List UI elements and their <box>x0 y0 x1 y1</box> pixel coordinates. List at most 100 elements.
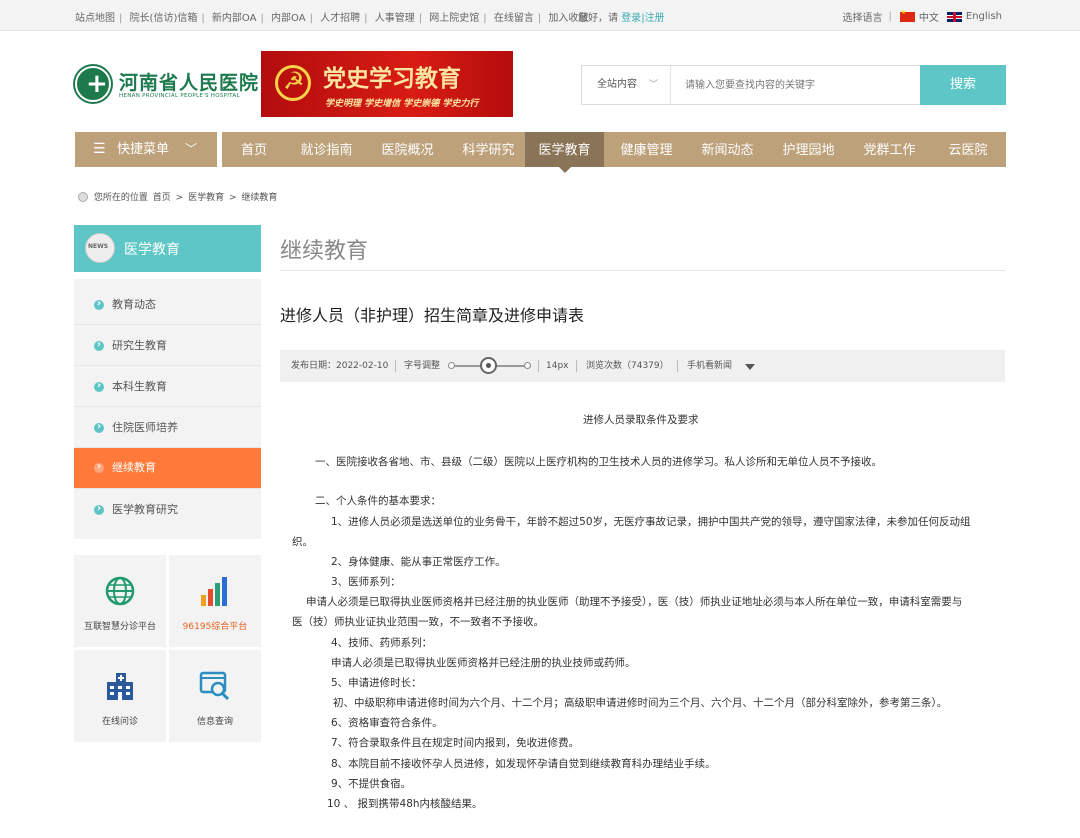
content-paragraph: 一、医院接收各省地、市、县级（二级）医院以上医疗机构的卫生技术人员的进修学习。私… <box>315 456 882 468</box>
link-sitemap[interactable]: 站点地图 <box>75 13 115 24</box>
content-paragraph: 10 、 报到携带48h内核酸结果。 <box>327 798 483 810</box>
content-paragraph: 7、符合录取条件且在规定时间内报到，免收进修费。 <box>331 737 580 749</box>
caret-down-icon[interactable] <box>745 364 755 370</box>
breadcrumb-sep: > <box>175 193 184 203</box>
nav-medical-education[interactable]: 医学教育 <box>525 132 604 173</box>
breadcrumb-home[interactable]: 首页 <box>153 193 171 203</box>
breadcrumb-label: 您所在的位置 <box>93 193 148 203</box>
tile-smart-triage[interactable]: 互联智慧分诊平台 <box>74 555 166 647</box>
content-paragraph: 2、身体健康、能从事正常医疗工作。 <box>331 556 506 568</box>
nav-cloud-hospital[interactable]: 云医院 <box>930 132 1006 167</box>
sidebar-item-label: 本科生教育 <box>112 380 167 393</box>
party-history-banner[interactable]: 党史学习教育 学史明理 学史增信 学史崇德 学史力行 <box>261 51 513 117</box>
greeting-text: 您好，请 <box>578 13 618 24</box>
article-meta-bar: 发布日期：2022-02-10 字号调整 14px 浏览次数（74379） 手机… <box>280 350 1005 382</box>
tile-label: 在线问诊 <box>101 717 138 727</box>
sidebar-item-label: 住院医师培养 <box>112 421 178 434</box>
nav-visit-guide[interactable]: 就诊指南 <box>286 132 367 167</box>
breadcrumb-medical-education[interactable]: 医学教育 <box>188 193 224 203</box>
sidebar-item-education-news[interactable]: 教育动态 <box>74 284 261 325</box>
nav-nursing[interactable]: 护理园地 <box>768 132 849 167</box>
search-scope-value: 全站内容 <box>597 79 637 90</box>
content-paragraph: 4、技师、药师系列： <box>331 637 433 649</box>
breadcrumb-sep: > <box>228 193 237 203</box>
uk-flag-icon[interactable] <box>946 11 962 22</box>
nav-health-management[interactable]: 健康管理 <box>606 132 687 167</box>
content-paragraph: 3、医师系列： <box>331 576 401 588</box>
sidebar-header: 医学教育 <box>74 225 261 272</box>
search-input[interactable] <box>672 66 920 104</box>
sidebar-item-graduate[interactable]: 研究生教育 <box>74 325 261 366</box>
font-size-slider[interactable] <box>448 357 531 374</box>
login-link[interactable]: 登录 <box>621 13 641 24</box>
content-paragraph: 二、个人条件的基本要求： <box>315 495 441 507</box>
quick-menu-label: 快捷菜单 <box>117 142 170 157</box>
link-president-mailbox[interactable]: 院长(信访)信箱 <box>130 13 198 24</box>
sidebar-item-label: 研究生教育 <box>112 339 167 352</box>
nav-party-work[interactable]: 党群工作 <box>849 132 930 167</box>
utility-links: 站点地图 | 院长(信访)信箱 | 新内部OA | 内部OA | 人才招聘 | 人事管理 |… <box>75 13 589 24</box>
newspaper-icon <box>85 233 115 263</box>
tile-online-consult[interactable]: 在线问诊 <box>74 650 166 742</box>
search-button[interactable]: 搜索 <box>920 65 1006 105</box>
list-menu-icon: ☰ <box>93 141 106 157</box>
register-link[interactable]: 注册 <box>645 13 665 24</box>
bullet-arrow-icon <box>94 407 104 447</box>
link-internal-oa[interactable]: 内部OA <box>271 13 306 24</box>
tile-label: 96195综合平台 <box>182 622 248 632</box>
banner-slogan: 学史明理 学史增信 学史崇德 学史力行 <box>325 99 479 109</box>
hospital-logo[interactable]: 河南省人民医院 HENAN PROVINCIAL PEOPLE'S HOSPIT… <box>75 66 258 106</box>
link-recruitment[interactable]: 人才招聘 <box>320 13 360 24</box>
link-history[interactable]: 网上院史馆 <box>429 13 479 24</box>
logo-chinese-name: 河南省人民医院 <box>119 72 260 94</box>
tile-label: 互联智慧分诊平台 <box>83 622 156 632</box>
lang-chinese[interactable]: 中文 <box>919 9 939 24</box>
content-paragraph: 8、本院目前不接收怀孕人员进修，如发现怀孕请自觉到继续教育科办理结业手续。 <box>331 758 716 770</box>
globe-icon <box>105 576 135 606</box>
bar-chart-icon <box>201 577 227 606</box>
content-paragraph: 5、申请进修时长： <box>331 677 422 689</box>
content-paragraph: 6、资格审查符合条件。 <box>331 717 443 729</box>
nav-home[interactable]: 首页 <box>222 132 286 167</box>
slider-max-handle[interactable] <box>524 362 531 369</box>
nav-news[interactable]: 新闻动态 <box>687 132 768 167</box>
sidebar-item-label: 教育动态 <box>112 298 156 311</box>
slider-knob[interactable] <box>480 357 497 374</box>
nav-research[interactable]: 科学研究 <box>448 132 529 167</box>
bullet-arrow-icon <box>94 489 104 529</box>
article-title: 进修人员（非护理）招生简章及进修申请表 <box>280 306 585 325</box>
quick-menu-button[interactable]: ☰ 快捷菜单 ﹀ <box>75 132 217 167</box>
content-paragraph: 申请人必须是已取得执业医师资格并已经注册的执业技师或药师。 <box>331 657 636 669</box>
sidebar-item-label: 继续教育 <box>112 461 156 474</box>
lang-english[interactable]: English <box>966 11 1002 22</box>
meta-divider <box>576 360 577 372</box>
link-message[interactable]: 在线留言 <box>494 13 534 24</box>
search-box: 全站内容 ﹀ 搜索 <box>581 65 1006 105</box>
sidebar-item-continuing-education[interactable]: 继续教育 <box>74 447 261 489</box>
tile-96195-platform[interactable]: 96195综合平台 <box>169 555 261 647</box>
content-paragraph: 9、不提供食宿。 <box>331 778 412 790</box>
tile-info-query[interactable]: 信息查询 <box>169 650 261 742</box>
sidebar-item-label: 医学教育研究 <box>112 503 178 516</box>
slider-min-handle[interactable] <box>448 362 455 369</box>
service-tiles: 互联智慧分诊平台 96195综合平台 在线问诊 信息查询 <box>74 555 261 742</box>
meta-divider <box>538 360 539 372</box>
sidebar-item-residency[interactable]: 住院医师培养 <box>74 407 261 448</box>
nav-hospital-overview[interactable]: 医院概况 <box>367 132 448 167</box>
mobile-view-link[interactable]: 手机看新闻 <box>687 350 732 382</box>
login-greeting: 您好，请 登录|注册 <box>578 9 665 24</box>
sidebar-item-undergraduate[interactable]: 本科生教育 <box>74 366 261 407</box>
china-flag-icon[interactable] <box>899 9 915 22</box>
link-hr[interactable]: 人事管理 <box>375 13 415 24</box>
link-new-oa[interactable]: 新内部OA <box>212 13 257 24</box>
content-paragraph: 医（技）师执业证执业范围一致，不一致者不予接收。 <box>292 616 544 628</box>
location-icon <box>78 191 88 202</box>
meta-divider <box>677 360 678 372</box>
sidebar-item-education-research[interactable]: 医学教育研究 <box>74 489 261 530</box>
content-heading: 进修人员录取条件及要求 <box>583 414 699 426</box>
breadcrumb-current[interactable]: 继续教育 <box>241 193 277 203</box>
chevron-down-icon: ﹀ <box>185 142 198 156</box>
bullet-arrow-icon <box>94 325 104 365</box>
hospital-building-icon <box>107 673 133 700</box>
search-scope-select[interactable]: 全站内容 ﹀ <box>582 66 671 104</box>
